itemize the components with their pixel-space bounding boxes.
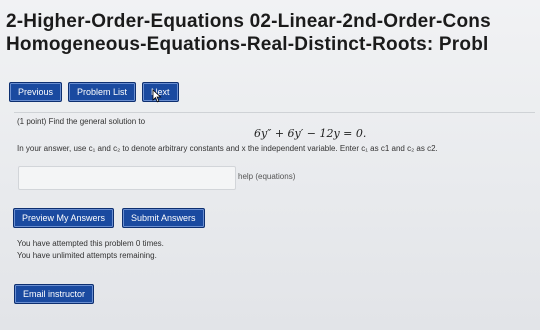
page: 2-Higher-Order-Equations 02-Linear-2nd-O…	[0, 0, 540, 330]
email-instructor-button[interactable]: Email instructor	[14, 284, 95, 304]
previous-button[interactable]: Previous	[9, 82, 63, 102]
problem-intro: (1 point) Find the general solution to	[17, 117, 146, 126]
problem-instructions: In your answer, use c₁ and c₂ to denote …	[17, 144, 438, 153]
answer-actions: Preview My Answers Submit Answers	[13, 208, 205, 228]
attempt-count-text: You have attempted this problem 0 times.	[17, 239, 164, 248]
answer-input[interactable]	[18, 166, 236, 190]
problem-panel	[14, 112, 535, 113]
mouse-cursor-icon	[152, 89, 162, 103]
problem-equation: 6y″ + 6y′ − 12y = 0.	[254, 127, 367, 140]
attempts-remaining-text: You have unlimited attempts remaining.	[17, 251, 157, 260]
page-title-line-2: Homogeneous-Equations-Real-Distinct-Root…	[6, 34, 489, 55]
attempt-status: You have attempted this problem 0 times.…	[17, 238, 164, 262]
preview-answers-button[interactable]: Preview My Answers	[13, 208, 115, 228]
problem-list-button[interactable]: Problem List	[68, 82, 137, 102]
help-equations-link[interactable]: help (equations)	[238, 172, 295, 181]
page-title-line-1: 2-Higher-Order-Equations 02-Linear-2nd-O…	[6, 11, 491, 32]
email-section: Email instructor	[14, 284, 95, 304]
page-title: 2-Higher-Order-Equations 02-Linear-2nd-O…	[6, 10, 540, 56]
submit-answers-button[interactable]: Submit Answers	[122, 208, 205, 228]
